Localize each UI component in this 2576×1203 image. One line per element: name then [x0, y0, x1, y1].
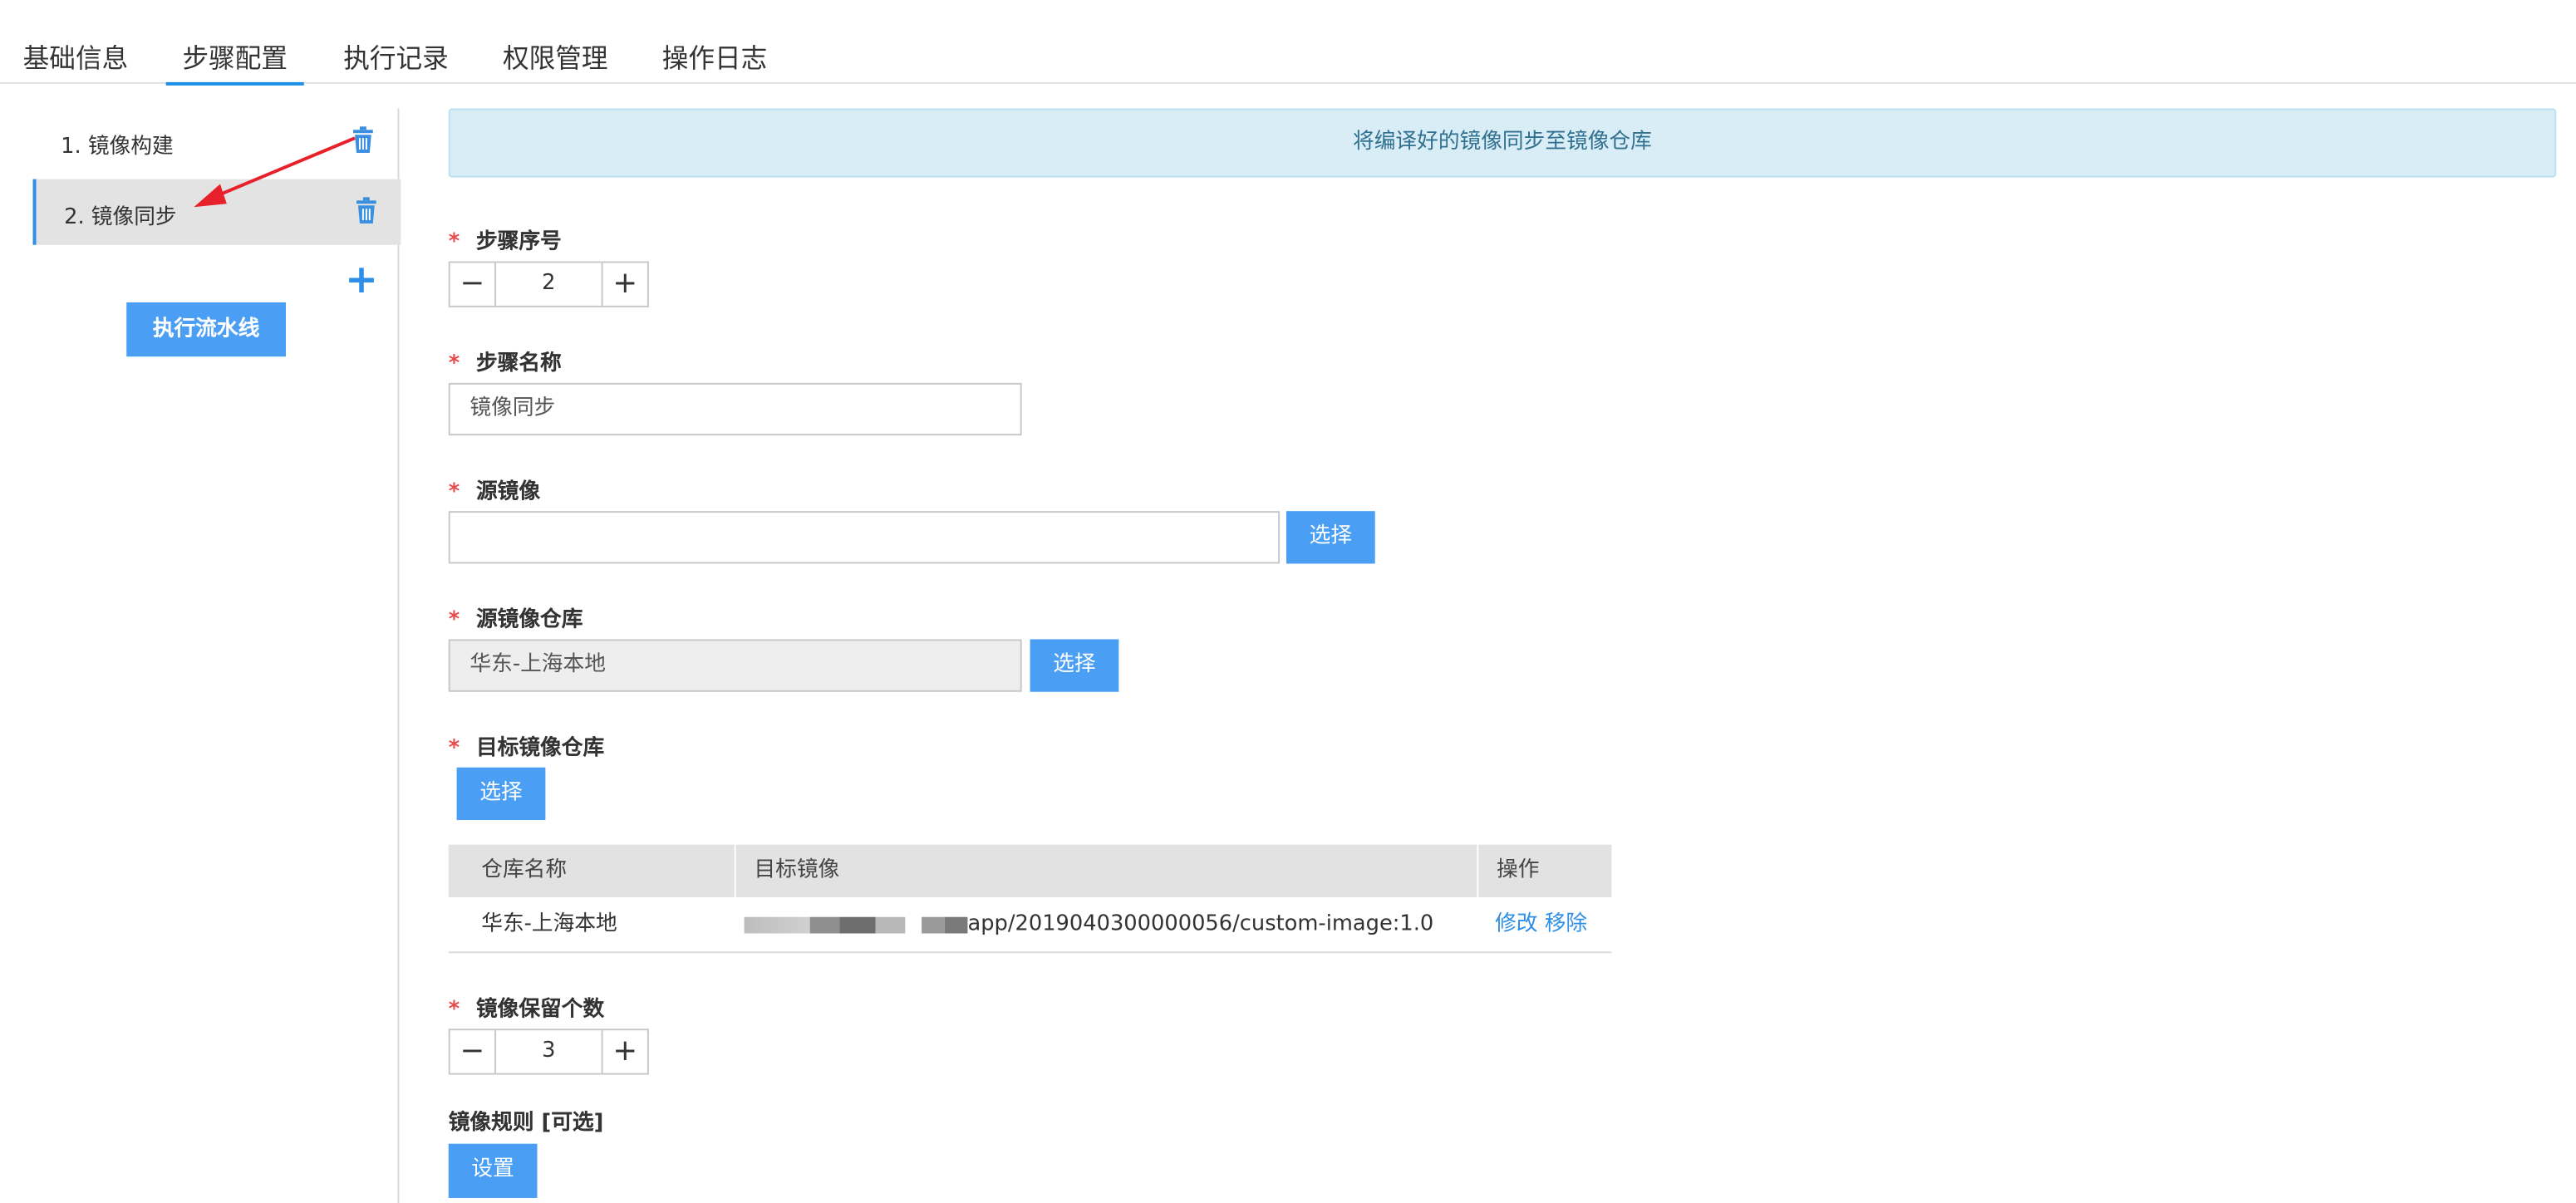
target-image-text: app/2019040300000056/custom-image:1.0	[967, 911, 1434, 937]
label-text: 源镜像	[475, 479, 541, 505]
target-repo-select-button[interactable]: 选择	[456, 767, 546, 821]
increment-button[interactable]: +	[601, 263, 647, 306]
source-repo-input: 华东-上海本地	[448, 639, 1022, 692]
repo-name-cell: 华东-上海本地	[481, 911, 617, 937]
table-row: 华东-上海本地 app/2019040300000056/custom-imag…	[448, 897, 1612, 954]
decrement-button[interactable]: −	[450, 263, 497, 306]
redacted-text	[744, 916, 810, 933]
target-image-cell: app/2019040300000056/custom-image:1.0	[744, 897, 1434, 951]
target-repo-label: * 目标镜像仓库	[449, 729, 604, 761]
required-mark: *	[448, 997, 460, 1023]
redacted-text	[875, 916, 906, 933]
decrement-button[interactable]: −	[450, 1030, 497, 1073]
tab-bar: 基础信息 步骤配置 执行记录 权限管理 操作日志	[0, 0, 2576, 86]
annotation-arrow-icon	[194, 136, 356, 208]
step-name-input[interactable]: 镜像同步	[448, 382, 1022, 436]
step-name-label: * 步骤名称	[449, 345, 562, 376]
label-text: 目标镜像仓库	[475, 736, 605, 761]
required-mark: *	[448, 479, 460, 505]
column-header-action: 操作	[1497, 857, 1540, 883]
label-text: 源镜像仓库	[475, 607, 583, 633]
tab-basic-info[interactable]: 基础信息	[23, 37, 129, 82]
increment-button[interactable]: +	[601, 1030, 647, 1073]
redacted-text	[839, 916, 876, 933]
retain-count-value[interactable]: 3	[496, 1030, 602, 1073]
redacted-text	[809, 916, 840, 933]
step-label: 1. 镜像构建	[61, 135, 174, 160]
retain-count-stepper: − 3 +	[448, 1029, 649, 1075]
required-mark: *	[448, 229, 460, 255]
retain-count-label: * 镜像保留个数	[449, 991, 604, 1023]
step-order-label: * 步骤序号	[449, 223, 562, 255]
edit-link[interactable]: 修改	[1495, 912, 1537, 937]
required-mark: *	[448, 607, 460, 633]
source-repo-label: * 源镜像仓库	[449, 602, 583, 633]
tab-permissions[interactable]: 权限管理	[503, 37, 608, 82]
step-order-value[interactable]: 2	[496, 263, 602, 305]
remove-link[interactable]: 移除	[1545, 912, 1587, 937]
label-text: 镜像保留个数	[475, 997, 605, 1023]
label-text: 步骤名称	[475, 351, 562, 376]
column-header-image: 目标镜像	[754, 857, 840, 883]
source-image-input[interactable]	[448, 511, 1281, 564]
image-rule-label: 镜像规则 [可选]	[448, 1111, 604, 1136]
redacted-text	[922, 916, 945, 933]
label-text: 步骤序号	[475, 229, 562, 255]
image-rule-settings-button[interactable]: 设置	[448, 1143, 538, 1198]
redacted-text	[944, 916, 968, 933]
required-mark: *	[448, 351, 460, 376]
step-description-banner: 将编译好的镜像同步至镜像仓库	[448, 108, 2557, 178]
column-divider	[1477, 844, 1479, 897]
source-repo-select-button[interactable]: 选择	[1030, 639, 1119, 692]
page: 基础信息 步骤配置 执行记录 权限管理 操作日志 1. 镜像构建 2. 镜像同步	[0, 0, 2576, 1203]
source-image-label: * 源镜像	[449, 474, 540, 505]
run-pipeline-button[interactable]: 执行流水线	[126, 302, 286, 357]
step-label: 2. 镜像同步	[64, 205, 177, 230]
required-mark: *	[448, 736, 460, 761]
table-header: 仓库名称 目标镜像 操作	[448, 844, 1612, 897]
source-image-select-button[interactable]: 选择	[1286, 511, 1375, 564]
plus-icon[interactable]: +	[345, 260, 378, 299]
tab-operation-log[interactable]: 操作日志	[662, 37, 768, 82]
step-sidebar: 1. 镜像构建 2. 镜像同步 + 执行流水线	[0, 108, 401, 1203]
column-header-repo: 仓库名称	[481, 857, 568, 883]
tab-exec-records[interactable]: 执行记录	[343, 37, 449, 82]
tab-step-config[interactable]: 步骤配置	[165, 37, 304, 86]
action-cell: 修改 移除	[1495, 897, 1587, 951]
step-order-stepper: − 2 +	[448, 261, 649, 307]
column-divider	[734, 844, 736, 897]
